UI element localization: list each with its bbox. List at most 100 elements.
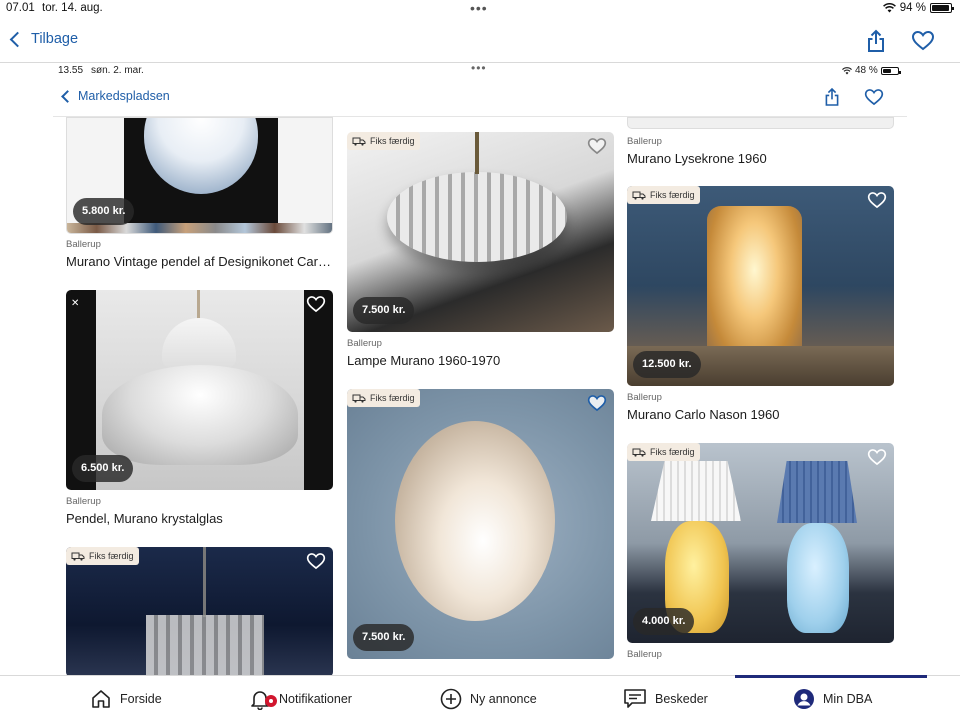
badge-label: Fiks færdig: [370, 136, 415, 146]
tab-ny-annonce[interactable]: Ny annonce: [440, 676, 537, 721]
price-tag: 7.500 kr.: [353, 624, 415, 651]
truck-icon: [632, 191, 646, 200]
status-date: tor. 14. aug.: [42, 2, 103, 14]
listing-card[interactable]: Fiks færdig 4.000 kr. Ballerup: [627, 443, 894, 668]
price-tag: 7.500 kr.: [353, 297, 415, 324]
tab-forside[interactable]: Forside: [90, 676, 162, 721]
listing-image[interactable]: 5.800 kr.: [66, 117, 333, 234]
embedded-screenshot: 13.55 søn. 2. mar. ••• 48 % Markedsplads…: [53, 63, 907, 675]
listing-card[interactable]: Fiks færdig 12.500 kr. Ballerup Murano C…: [627, 186, 894, 431]
listing-image[interactable]: Fiks færdig: [66, 547, 333, 675]
listing-location: Ballerup: [627, 649, 662, 660]
lamp-base-blue: [787, 523, 849, 633]
listing-image[interactable]: ✕ 6.500 kr.: [66, 290, 333, 490]
back-button[interactable]: Tilbage: [9, 31, 79, 47]
inner-back-label: Markedspladsen: [78, 89, 170, 103]
close-icon: ✕: [71, 298, 80, 309]
tab-min-dba[interactable]: Min DBA: [793, 676, 872, 721]
lamp-ring: [387, 172, 567, 262]
listing-image[interactable]: Fiks færdig 7.500 kr.: [347, 132, 614, 332]
battery-percent: 94 %: [899, 2, 926, 14]
fiks-faerdig-badge: Fiks færdig: [347, 389, 420, 407]
tab-label: Beskeder: [655, 691, 708, 706]
price-tag: 12.500 kr.: [633, 351, 701, 378]
share-icon[interactable]: [866, 29, 886, 53]
home-icon: [92, 689, 110, 708]
favorite-heart-icon[interactable]: [306, 295, 326, 313]
tab-label: Ny annonce: [470, 691, 537, 706]
tab-label: Forside: [120, 691, 162, 706]
price-tag: 4.000 kr.: [633, 608, 695, 635]
truck-icon: [632, 448, 646, 457]
tab-notifikationer[interactable]: Notifikationer: [249, 676, 352, 721]
listing-location: Ballerup: [627, 392, 662, 403]
listing-title[interactable]: Lampe Murano 1960-1970: [347, 353, 614, 368]
listing-title[interactable]: Pendel, Murano krystalglas: [66, 511, 333, 526]
lamp-cord: [197, 290, 200, 320]
notification-badge: [265, 694, 277, 707]
listing-image[interactable]: Fiks færdig 4.000 kr.: [627, 443, 894, 643]
listing-title[interactable]: Murano Carlo Nason 1960: [627, 407, 894, 422]
favorite-heart-icon[interactable]: [587, 394, 607, 412]
listing-title[interactable]: Murano Vintage pendel af Designikonet Ca…: [66, 254, 333, 269]
inner-heart-icon: [864, 89, 884, 106]
outer-nav-bar: Tilbage: [0, 18, 960, 63]
price-tag: 6.500 kr.: [72, 455, 134, 482]
favorite-heart-icon[interactable]: [867, 448, 887, 466]
truck-icon: [352, 394, 366, 403]
bottom-tab-bar: Forside Notifikationer Ny annonce Besked…: [0, 675, 960, 720]
inner-status-time: 13.55: [58, 65, 84, 76]
inner-status-bar: 13.55 søn. 2. mar. ••• 48 %: [53, 63, 907, 79]
price-tag: 5.800 kr.: [73, 198, 135, 225]
heart-icon[interactable]: [911, 30, 935, 51]
truck-icon: [71, 552, 85, 561]
listing-location: Ballerup: [347, 338, 382, 349]
badge-label: Fiks færdig: [89, 551, 134, 561]
fiks-faerdig-badge: Fiks færdig: [347, 132, 420, 150]
lamp-chandelier: [146, 615, 264, 675]
listing-card[interactable]: ✕ 6.500 kr. Ballerup Pendel, Murano krys…: [66, 290, 333, 530]
inner-back-button: Markedspladsen: [61, 89, 170, 103]
lamp-shade-right: [777, 461, 857, 523]
badge-label: Fiks færdig: [650, 447, 695, 457]
listing-image[interactable]: Fiks færdig 12.500 kr.: [627, 186, 894, 386]
inner-multitask-dots-icon: •••: [471, 63, 487, 75]
listing-card[interactable]: 5.800 kr. Ballerup Murano Vintage pendel…: [66, 117, 333, 277]
lamp-rod: [203, 547, 206, 617]
inner-battery-icon: [880, 66, 901, 75]
tab-beskeder[interactable]: Beskeder: [623, 676, 708, 721]
chevron-left-icon: [9, 31, 26, 47]
inner-chevron-left-icon: [61, 89, 74, 103]
fiks-faerdig-badge: Fiks færdig: [66, 547, 139, 565]
badge-label: Fiks færdig: [650, 190, 695, 200]
listing-card[interactable]: Fiks færdig 7.500 kr.: [347, 389, 614, 659]
listing-location: Ballerup: [627, 136, 662, 147]
favorite-heart-icon[interactable]: [306, 552, 326, 570]
favorite-heart-icon[interactable]: [587, 137, 607, 155]
inner-nav-bar: Markedspladsen: [53, 79, 907, 117]
lamp-shade: [102, 365, 298, 465]
wifi-icon: [882, 3, 896, 13]
status-right: 94 %: [882, 2, 954, 14]
lamp-shade: [395, 421, 555, 621]
listing-title[interactable]: Murano Lysekrone 1960: [627, 151, 894, 166]
badge-label: Fiks færdig: [370, 393, 415, 403]
inner-wifi-icon: [842, 66, 852, 74]
outer-status-bar: 07.01 tor. 14. aug. ••• 94 %: [0, 0, 960, 18]
tab-label: Min DBA: [823, 691, 873, 706]
fiks-faerdig-badge: Fiks færdig: [627, 186, 700, 204]
listing-card[interactable]: Fiks færdig 7.500 kr. Ballerup Lampe Mur…: [347, 132, 614, 377]
listing-image[interactable]: [627, 117, 894, 129]
inner-share-icon: [825, 87, 839, 106]
listing-image[interactable]: Fiks færdig 7.500 kr.: [347, 389, 614, 659]
message-icon: [624, 688, 646, 708]
truck-icon: [352, 137, 366, 146]
tab-label: Notifikationer: [279, 691, 352, 706]
lamp-body: [707, 206, 802, 366]
profile-icon: [794, 688, 814, 709]
back-label: Tilbage: [31, 31, 79, 47]
listing-card[interactable]: Fiks færdig: [66, 547, 333, 675]
lamp-mount: [475, 132, 479, 174]
favorite-heart-icon[interactable]: [867, 191, 887, 209]
multitask-dots-icon[interactable]: •••: [470, 0, 488, 16]
